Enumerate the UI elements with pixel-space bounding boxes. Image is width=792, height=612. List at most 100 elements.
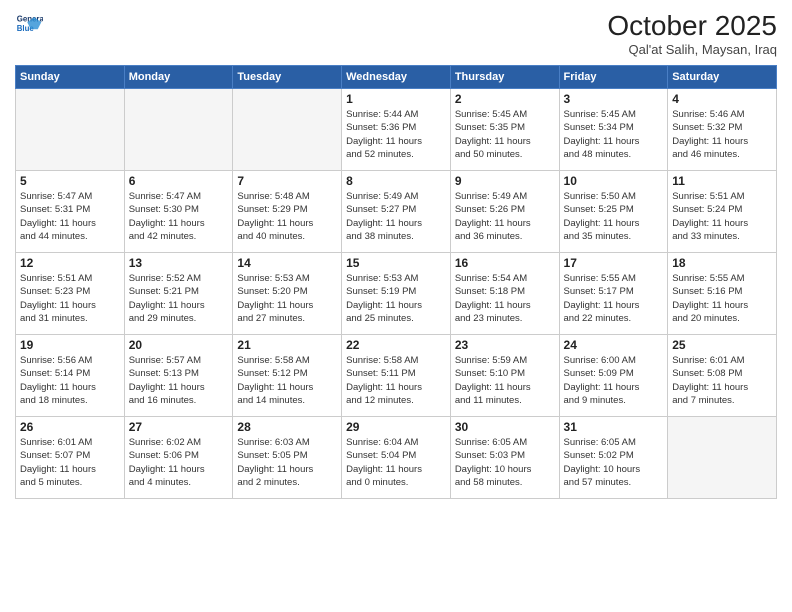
day-info: Sunrise: 5:58 AM Sunset: 5:11 PM Dayligh…: [346, 354, 446, 407]
day-cell: 25 Sunrise: 6:01 AM Sunset: 5:08 PM Dayli…: [668, 335, 777, 417]
day-cell: 5Sunrise: 5:47 AM Sunset: 5:31 PM Daylig…: [16, 171, 125, 253]
week-row-4: 26 Sunrise: 6:01 AM Sunset: 5:07 PM Dayli…: [16, 417, 777, 499]
col-header-thursday: Thursday: [450, 66, 559, 89]
day-number: 28: [237, 420, 337, 434]
day-info: Sunrise: 5:49 AM Sunset: 5:26 PM Dayligh…: [455, 190, 555, 243]
week-row-3: 19 Sunrise: 5:56 AM Sunset: 5:14 PM Dayli…: [16, 335, 777, 417]
day-cell: 28 Sunrise: 6:03 AM Sunset: 5:05 PM Dayli…: [233, 417, 342, 499]
day-number: 2: [455, 92, 555, 106]
day-cell: 29 Sunrise: 6:04 AM Sunset: 5:04 PM Dayli…: [342, 417, 451, 499]
day-cell: 6 Sunrise: 5:47 AM Sunset: 5:30 PM Daylig…: [124, 171, 233, 253]
day-cell: 23 Sunrise: 5:59 AM Sunset: 5:10 PM Dayli…: [450, 335, 559, 417]
col-header-sunday: Sunday: [16, 66, 125, 89]
day-number: 30: [455, 420, 555, 434]
day-cell: 30 Sunrise: 6:05 AM Sunset: 5:03 PM Dayli…: [450, 417, 559, 499]
day-cell: 22 Sunrise: 5:58 AM Sunset: 5:11 PM Dayli…: [342, 335, 451, 417]
col-header-saturday: Saturday: [668, 66, 777, 89]
logo-icon: General Blue: [15, 10, 43, 38]
day-info: Sunrise: 6:00 AM Sunset: 5:09 PM Dayligh…: [564, 354, 664, 407]
day-number: 25: [672, 338, 772, 352]
day-info: Sunrise: 6:02 AM Sunset: 5:06 PM Dayligh…: [129, 436, 229, 489]
day-info: Sunrise: 5:56 AM Sunset: 5:14 PM Dayligh…: [20, 354, 120, 407]
day-info: Sunrise: 5:58 AM Sunset: 5:12 PM Dayligh…: [237, 354, 337, 407]
day-number: 27: [129, 420, 229, 434]
day-cell: 3 Sunrise: 5:45 AM Sunset: 5:34 PM Daylig…: [559, 89, 668, 171]
day-cell: 31 Sunrise: 6:05 AM Sunset: 5:02 PM Dayli…: [559, 417, 668, 499]
day-info: Sunrise: 6:01 AM Sunset: 5:07 PM Dayligh…: [20, 436, 120, 489]
day-info: Sunrise: 6:01 AM Sunset: 5:08 PM Dayligh…: [672, 354, 772, 407]
day-number: 29: [346, 420, 446, 434]
title-block: October 2025 Qal'at Salih, Maysan, Iraq: [607, 10, 777, 57]
day-cell: 26 Sunrise: 6:01 AM Sunset: 5:07 PM Dayli…: [16, 417, 125, 499]
day-number: 7: [237, 174, 337, 188]
day-cell: [124, 89, 233, 171]
day-info: Sunrise: 5:53 AM Sunset: 5:19 PM Dayligh…: [346, 272, 446, 325]
day-number: 6: [129, 174, 229, 188]
day-info: Sunrise: 5:51 AM Sunset: 5:23 PM Dayligh…: [20, 272, 120, 325]
day-cell: [16, 89, 125, 171]
day-info: Sunrise: 5:45 AM Sunset: 5:34 PM Dayligh…: [564, 108, 664, 161]
day-info: Sunrise: 6:05 AM Sunset: 5:02 PM Dayligh…: [564, 436, 664, 489]
day-cell: 13Sunrise: 5:52 AM Sunset: 5:21 PM Dayli…: [124, 253, 233, 335]
col-header-friday: Friday: [559, 66, 668, 89]
day-info: Sunrise: 5:57 AM Sunset: 5:13 PM Dayligh…: [129, 354, 229, 407]
day-number: 18: [672, 256, 772, 270]
day-cell: 4Sunrise: 5:46 AM Sunset: 5:32 PM Daylig…: [668, 89, 777, 171]
day-number: 26: [20, 420, 120, 434]
day-number: 23: [455, 338, 555, 352]
day-info: Sunrise: 5:47 AM Sunset: 5:31 PM Dayligh…: [20, 190, 120, 243]
month-title: October 2025: [607, 10, 777, 42]
day-number: 14: [237, 256, 337, 270]
day-info: Sunrise: 5:59 AM Sunset: 5:10 PM Dayligh…: [455, 354, 555, 407]
day-info: Sunrise: 5:47 AM Sunset: 5:30 PM Dayligh…: [129, 190, 229, 243]
week-row-2: 12Sunrise: 5:51 AM Sunset: 5:23 PM Dayli…: [16, 253, 777, 335]
day-cell: 21 Sunrise: 5:58 AM Sunset: 5:12 PM Dayli…: [233, 335, 342, 417]
week-row-1: 5Sunrise: 5:47 AM Sunset: 5:31 PM Daylig…: [16, 171, 777, 253]
day-number: 10: [564, 174, 664, 188]
day-info: Sunrise: 5:48 AM Sunset: 5:29 PM Dayligh…: [237, 190, 337, 243]
day-cell: [668, 417, 777, 499]
day-info: Sunrise: 5:49 AM Sunset: 5:27 PM Dayligh…: [346, 190, 446, 243]
day-cell: 1 Sunrise: 5:44 AM Sunset: 5:36 PM Daylig…: [342, 89, 451, 171]
day-number: 15: [346, 256, 446, 270]
day-info: Sunrise: 5:51 AM Sunset: 5:24 PM Dayligh…: [672, 190, 772, 243]
day-number: 22: [346, 338, 446, 352]
day-cell: 17Sunrise: 5:55 AM Sunset: 5:17 PM Dayli…: [559, 253, 668, 335]
day-number: 3: [564, 92, 664, 106]
day-cell: 2 Sunrise: 5:45 AM Sunset: 5:35 PM Daylig…: [450, 89, 559, 171]
day-info: Sunrise: 6:05 AM Sunset: 5:03 PM Dayligh…: [455, 436, 555, 489]
day-cell: 27 Sunrise: 6:02 AM Sunset: 5:06 PM Dayli…: [124, 417, 233, 499]
week-row-0: 1 Sunrise: 5:44 AM Sunset: 5:36 PM Daylig…: [16, 89, 777, 171]
day-cell: 9 Sunrise: 5:49 AM Sunset: 5:26 PM Daylig…: [450, 171, 559, 253]
day-number: 20: [129, 338, 229, 352]
subtitle: Qal'at Salih, Maysan, Iraq: [607, 42, 777, 57]
day-info: Sunrise: 5:50 AM Sunset: 5:25 PM Dayligh…: [564, 190, 664, 243]
day-number: 16: [455, 256, 555, 270]
day-cell: 15 Sunrise: 5:53 AM Sunset: 5:19 PM Dayli…: [342, 253, 451, 335]
day-number: 8: [346, 174, 446, 188]
day-number: 1: [346, 92, 446, 106]
day-info: Sunrise: 5:55 AM Sunset: 5:17 PM Dayligh…: [564, 272, 664, 325]
col-header-tuesday: Tuesday: [233, 66, 342, 89]
day-info: Sunrise: 5:55 AM Sunset: 5:16 PM Dayligh…: [672, 272, 772, 325]
page: General Blue October 2025 Qal'at Salih, …: [0, 0, 792, 612]
day-cell: 24Sunrise: 6:00 AM Sunset: 5:09 PM Dayli…: [559, 335, 668, 417]
day-number: 21: [237, 338, 337, 352]
day-cell: 14 Sunrise: 5:53 AM Sunset: 5:20 PM Dayli…: [233, 253, 342, 335]
day-number: 31: [564, 420, 664, 434]
day-info: Sunrise: 5:45 AM Sunset: 5:35 PM Dayligh…: [455, 108, 555, 161]
header: General Blue October 2025 Qal'at Salih, …: [15, 10, 777, 57]
day-cell: 10 Sunrise: 5:50 AM Sunset: 5:25 PM Dayli…: [559, 171, 668, 253]
day-cell: [233, 89, 342, 171]
calendar-table: SundayMondayTuesdayWednesdayThursdayFrid…: [15, 65, 777, 499]
day-number: 9: [455, 174, 555, 188]
day-number: 19: [20, 338, 120, 352]
day-cell: 11Sunrise: 5:51 AM Sunset: 5:24 PM Dayli…: [668, 171, 777, 253]
day-info: Sunrise: 5:52 AM Sunset: 5:21 PM Dayligh…: [129, 272, 229, 325]
day-info: Sunrise: 6:04 AM Sunset: 5:04 PM Dayligh…: [346, 436, 446, 489]
day-info: Sunrise: 5:53 AM Sunset: 5:20 PM Dayligh…: [237, 272, 337, 325]
day-info: Sunrise: 6:03 AM Sunset: 5:05 PM Dayligh…: [237, 436, 337, 489]
calendar-header-row: SundayMondayTuesdayWednesdayThursdayFrid…: [16, 66, 777, 89]
day-cell: 20 Sunrise: 5:57 AM Sunset: 5:13 PM Dayli…: [124, 335, 233, 417]
day-info: Sunrise: 5:44 AM Sunset: 5:36 PM Dayligh…: [346, 108, 446, 161]
